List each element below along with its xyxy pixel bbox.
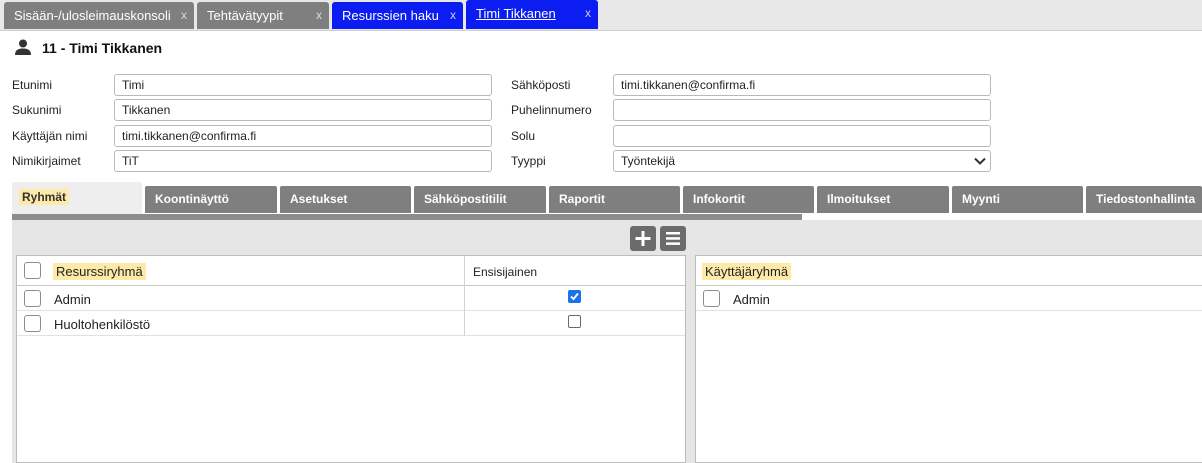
tab-infocards[interactable]: Infokortit (683, 186, 814, 213)
close-icon[interactable]: x (585, 0, 591, 27)
type-label: Tyyppi (511, 154, 546, 168)
first-name-label: Etunimi (12, 78, 53, 92)
table-row[interactable]: Admin (696, 286, 1202, 311)
cell-field[interactable] (613, 125, 991, 147)
tab-settings[interactable]: Asetukset (280, 186, 411, 213)
tab-label: Ryhmät (19, 189, 70, 205)
column-divider (464, 256, 465, 286)
table-header: Resurssiryhmä Ensisijainen (17, 256, 685, 286)
tab-reports[interactable]: Raportit (549, 186, 680, 213)
first-name-field[interactable]: Timi (114, 74, 492, 96)
phone-label: Puhelinnumero (511, 103, 592, 117)
resource-group-header: Resurssiryhmä (53, 263, 146, 280)
type-select-value: Työntekijä (621, 154, 676, 168)
page-title: 11 - Timi Tikkanen (42, 40, 163, 56)
tab-label: Timi Tikkanen (476, 6, 556, 21)
row-checkbox[interactable] (703, 290, 720, 307)
last-name-label: Sukunimi (12, 103, 62, 117)
email-label: Sähköposti (511, 78, 571, 92)
window-tab-resource-search[interactable]: Resurssien haku x (332, 2, 463, 29)
header-label: Resurssiryhmä (53, 263, 146, 280)
primary-header: Ensisijainen (473, 265, 538, 279)
tab-groups[interactable]: Ryhmät (12, 182, 142, 214)
type-select[interactable]: Työntekijä (613, 150, 991, 172)
tab-label: Resurssien haku (342, 8, 439, 23)
initials-field[interactable]: TiT (114, 150, 492, 172)
column-divider (464, 311, 465, 336)
user-groups-table: Käyttäjäryhmä Admin (695, 255, 1202, 463)
row-checkbox[interactable] (24, 315, 41, 332)
tab-label: Sisään-/ulosleimauskonsoli (14, 8, 171, 23)
chevron-down-icon (974, 157, 986, 165)
list-icon (666, 232, 680, 245)
phone-field[interactable] (613, 99, 991, 121)
close-icon[interactable]: x (450, 2, 456, 29)
window-tab-bar: Sisään-/ulosleimauskonsoli x Tehtävätyyp… (0, 0, 1202, 31)
close-icon[interactable]: x (316, 2, 322, 29)
table-row[interactable]: Admin (17, 286, 685, 311)
tab-sales[interactable]: Myynti (952, 186, 1083, 213)
tab-dashboard[interactable]: Koontinäyttö (145, 186, 277, 213)
select-all-checkbox[interactable] (24, 262, 41, 279)
resource-group-name: Admin (54, 292, 91, 307)
initials-label: Nimikirjaimet (12, 154, 81, 168)
menu-button[interactable] (660, 226, 686, 251)
plus-icon (635, 231, 651, 246)
tab-file-management[interactable]: Tiedostonhallinta (1086, 186, 1202, 213)
cell-label: Solu (511, 129, 536, 143)
table-header: Käyttäjäryhmä (696, 256, 1202, 286)
primary-checkbox[interactable] (568, 290, 581, 303)
primary-checkbox[interactable] (568, 315, 581, 328)
row-checkbox[interactable] (24, 290, 41, 307)
tab-label: Tehtävätyypit (207, 8, 283, 23)
resource-group-name: Huoltohenkilöstö (54, 317, 151, 332)
close-icon[interactable]: x (181, 2, 187, 29)
column-divider (464, 286, 465, 311)
user-group-header: Käyttäjäryhmä (702, 263, 792, 280)
window-tab-stamp-console[interactable]: Sisään-/ulosleimauskonsoli x (4, 2, 194, 29)
resource-groups-table: Resurssiryhmä Ensisijainen Admin Huoltoh… (16, 255, 686, 463)
window-tab-timi-tikkanen[interactable]: Timi Tikkanen x (466, 0, 598, 29)
username-label: Käyttäjän nimi (12, 129, 88, 143)
last-name-field[interactable]: Tikkanen (114, 99, 492, 121)
window-tab-task-types[interactable]: Tehtävätyypit x (197, 2, 329, 29)
tab-email-accounts[interactable]: Sähköpostitilit (414, 186, 546, 213)
table-row[interactable]: Huoltohenkilöstö (17, 311, 685, 336)
header-label: Käyttäjäryhmä (702, 263, 792, 280)
user-group-name: Admin (733, 292, 770, 307)
email-field[interactable]: timi.tikkanen@confirma.fi (613, 74, 991, 96)
username-field[interactable]: timi.tikkanen@confirma.fi (114, 125, 492, 147)
add-button[interactable] (630, 226, 656, 251)
check-icon (570, 292, 579, 301)
tab-notifications[interactable]: Ilmoitukset (817, 186, 949, 213)
person-icon (15, 39, 31, 55)
